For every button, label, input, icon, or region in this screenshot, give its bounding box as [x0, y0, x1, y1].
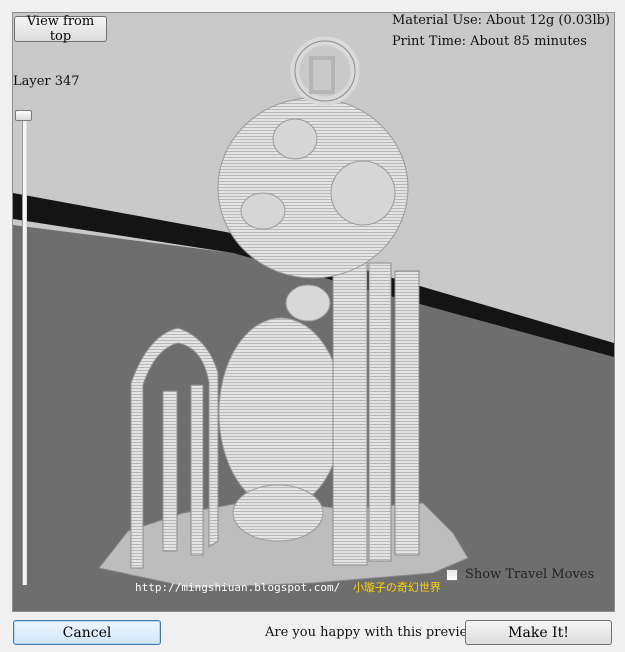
- layer-slider-thumb[interactable]: [15, 110, 32, 121]
- show-travel-moves-label: Show Travel Moves: [465, 567, 595, 582]
- print-stats: Material Use: About 12g (0.03lb) Print T…: [392, 10, 610, 52]
- view-from-top-button[interactable]: View from top: [14, 14, 107, 44]
- layer-label: Layer 347: [13, 74, 80, 89]
- support-column: [332, 244, 368, 566]
- watermark: http://mingshiuan.blogspot.com/ 小璇子の奇幻世界: [135, 579, 441, 595]
- print-time: Print Time: About 85 minutes: [391, 34, 587, 49]
- model-body: [218, 317, 344, 509]
- print-preview-render: [13, 36, 614, 611]
- watermark-title: 小璇子の奇幻世界: [352, 581, 441, 594]
- make-it-button[interactable]: Make It!: [465, 620, 612, 645]
- show-travel-moves[interactable]: Show Travel Moves: [446, 567, 594, 582]
- preview-viewport[interactable]: [12, 12, 615, 612]
- confirm-question: Are you happy with this preview?: [265, 625, 486, 640]
- material-use: Material Use: About 12g (0.03lb): [391, 13, 610, 28]
- layer-slider-track[interactable]: [22, 120, 27, 585]
- cancel-button[interactable]: Cancel: [13, 620, 161, 645]
- show-travel-moves-checkbox[interactable]: [446, 568, 458, 581]
- watermark-url: http://mingshiuan.blogspot.com/: [135, 581, 341, 594]
